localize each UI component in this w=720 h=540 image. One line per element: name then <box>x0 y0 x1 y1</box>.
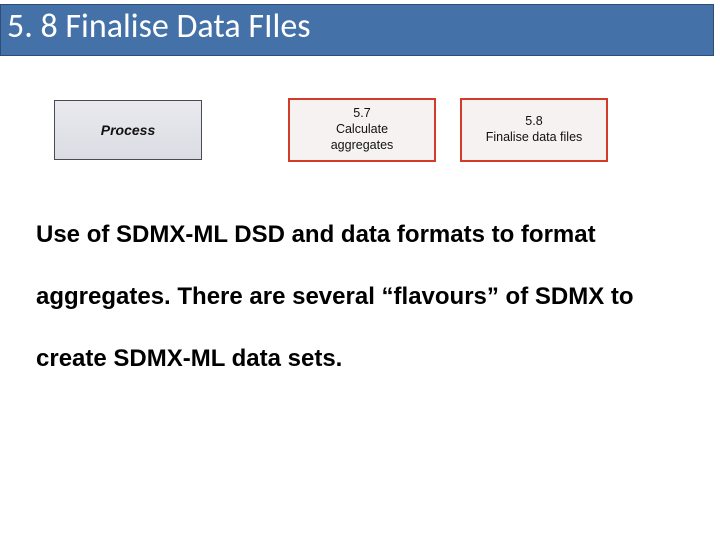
box-5-7-line2: aggregates <box>331 138 394 154</box>
box-5-8-line1: Finalise data files <box>486 130 583 146</box>
spacer <box>436 92 460 164</box>
box-5-8: 5.8 Finalise data files <box>460 98 608 162</box>
process-box: Process <box>54 100 202 160</box>
spacer <box>202 92 288 164</box>
box-5-8-number: 5.8 <box>525 114 542 130</box>
diagram-row: Process 5.7 Calculate aggregates 5.8 Fin… <box>54 92 720 164</box>
body-text: Use of SDMX-ML DSD and data formats to f… <box>36 204 684 391</box>
slide-title: 5. 8 Finalise Data FIles <box>7 6 311 47</box>
box-5-7-line1: Calculate <box>336 122 388 138</box>
process-box-label: Process <box>101 122 155 138</box>
title-bar: 5. 8 Finalise Data FIles <box>0 4 714 56</box>
box-5-7-number: 5.7 <box>353 106 370 122</box>
box-5-7: 5.7 Calculate aggregates <box>288 98 436 162</box>
slide: 5. 8 Finalise Data FIles Process 5.7 Cal… <box>0 4 720 540</box>
